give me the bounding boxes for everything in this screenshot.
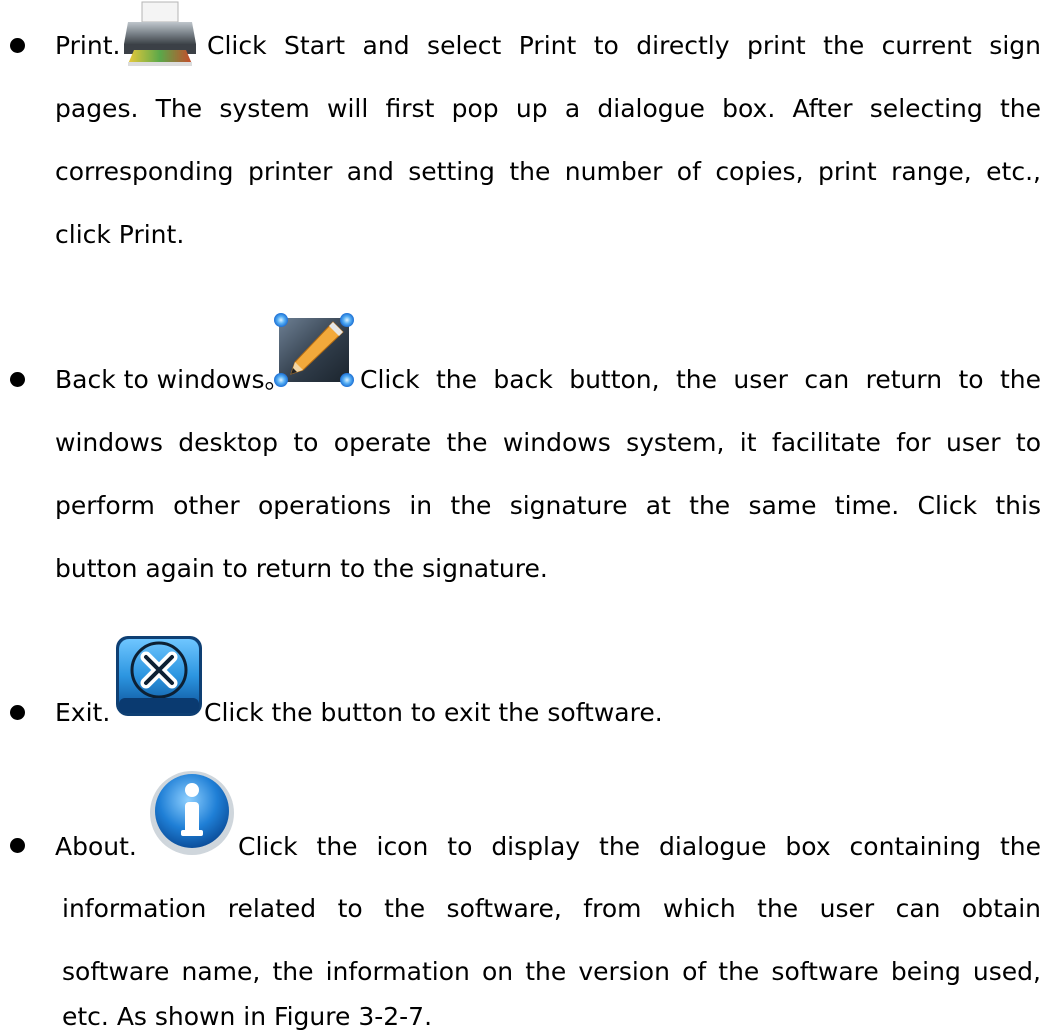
close-icon[interactable]	[114, 634, 204, 724]
item-text-line: Click the button to exit the software.	[204, 698, 663, 727]
item-text-line: Click Start and select Print to directly…	[207, 31, 1041, 60]
pencil-icon[interactable]	[273, 312, 355, 394]
bullet	[10, 38, 25, 53]
bullet	[10, 372, 25, 387]
item-text-line: click Print.	[55, 220, 185, 249]
item-text-line: Click the icon to display the dialogue b…	[238, 832, 1041, 861]
item-text-line: windows desktop to operate the windows s…	[55, 428, 1041, 457]
bullet	[10, 705, 25, 720]
item-text-line: etc. As shown in Figure 3-2-7.	[62, 1002, 433, 1031]
bullet	[10, 838, 25, 853]
item-text-line: pages. The system will first pop up a di…	[55, 94, 1041, 123]
item-text-line: Click the back button, the user can retu…	[360, 365, 1041, 394]
info-icon[interactable]	[146, 768, 238, 864]
item-label: Back to windows。	[55, 365, 290, 394]
item-label: Print.	[55, 31, 121, 60]
item-text-line: button again to return to the signature.	[55, 554, 548, 583]
item-text-line: software name, the information on the ve…	[62, 957, 1041, 986]
item-text-line: corresponding printer and setting the nu…	[55, 157, 1041, 186]
item-label: Exit.	[55, 698, 111, 727]
item-label: About.	[55, 832, 137, 861]
item-text-line: perform other operations in the signatur…	[55, 491, 1041, 520]
item-text-line: information related to the software, fro…	[62, 894, 1041, 923]
printer-icon[interactable]	[120, 0, 200, 74]
